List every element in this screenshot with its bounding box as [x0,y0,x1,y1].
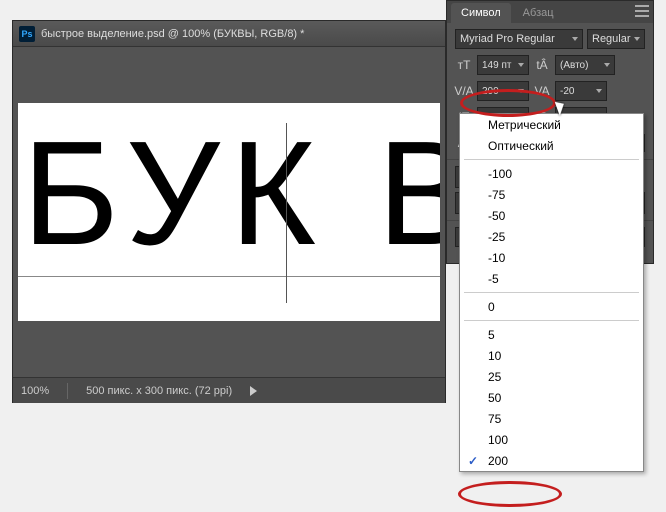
check-icon: ✓ [468,454,478,468]
statusbar: 100% 500 пикс. x 300 пикс. (72 ppi) [13,377,445,403]
separator [464,320,639,321]
text-baseline [18,276,440,277]
panel-menu-icon[interactable] [635,5,649,17]
font-style-value: Regular [592,33,631,45]
highlight-oval-dropdown-200 [458,481,562,507]
dropdown-item[interactable]: -10 [460,247,643,268]
dropdown-item[interactable]: -100 [460,163,643,184]
font-size-input[interactable]: 149 пт [477,55,529,75]
chevron-down-icon [518,63,524,67]
chevron-down-icon [572,37,578,41]
dropdown-item-optical[interactable]: Оптический [460,135,643,156]
dropdown-item[interactable]: -75 [460,184,643,205]
kerning-icon: V/A [455,82,473,100]
zoom-level[interactable]: 100% [21,385,49,397]
kerning-value: 200 [482,86,499,97]
tracking-icon: VA [533,82,551,100]
panel-tabs: Символ Абзац [447,1,653,23]
photoshop-icon: Ps [19,26,35,42]
leading-value: (Авто) [560,60,588,71]
dropdown-item[interactable]: 25 [460,366,643,387]
font-size-value: 149 пт [482,60,511,71]
text-layer[interactable]: БУК ВЫ [22,109,440,279]
dropdown-item[interactable]: -5 [460,268,643,289]
document-title: быстрое выделение.psd @ 100% (БУКВЫ, RGB… [41,28,304,40]
font-family-value: Myriad Pro Regular [460,33,555,45]
separator [67,383,68,399]
font-family-select[interactable]: Myriad Pro Regular [455,29,583,49]
dropdown-item[interactable]: -25 [460,226,643,247]
kerning-dropdown[interactable]: Метрический Оптический -100 -75 -50 -25 … [459,113,644,472]
canvas[interactable]: БУК ВЫ [18,103,440,321]
dropdown-item[interactable]: 50 [460,387,643,408]
dropdown-item[interactable]: -50 [460,205,643,226]
dropdown-item-label: 200 [488,454,508,468]
tracking-value: -20 [560,86,574,97]
dropdown-item-metrics[interactable]: Метрический [460,114,643,135]
dropdown-item[interactable]: 100 [460,429,643,450]
chevron-down-icon [634,37,640,41]
tab-character[interactable]: Символ [451,3,511,23]
text-cursor [286,123,287,303]
dropdown-item[interactable]: 5 [460,324,643,345]
tracking-input[interactable]: -20 [555,81,607,101]
chevron-down-icon [518,89,524,93]
chevron-down-icon [596,89,602,93]
dropdown-item[interactable]: 10 [460,345,643,366]
dropdown-item[interactable]: 0 [460,296,643,317]
document-titlebar[interactable]: Ps быстрое выделение.psd @ 100% (БУКВЫ, … [13,21,445,47]
font-style-select[interactable]: Regular [587,29,645,49]
chevron-down-icon [604,63,610,67]
dropdown-item[interactable]: 75 [460,408,643,429]
play-icon[interactable] [250,386,257,396]
font-size-icon: тT [455,56,473,74]
doc-info[interactable]: 500 пикс. x 300 пикс. (72 ppi) [86,385,232,397]
leading-input[interactable]: (Авто) [555,55,615,75]
separator [464,159,639,160]
canvas-area: БУК ВЫ [13,47,445,377]
leading-icon: tÂ [533,56,551,74]
dropdown-item-selected[interactable]: ✓ 200 [460,450,643,471]
separator [464,292,639,293]
kerning-input[interactable]: 200 [477,81,529,101]
document-window: Ps быстрое выделение.psd @ 100% (БУКВЫ, … [12,20,446,403]
tab-paragraph[interactable]: Абзац [513,3,564,23]
